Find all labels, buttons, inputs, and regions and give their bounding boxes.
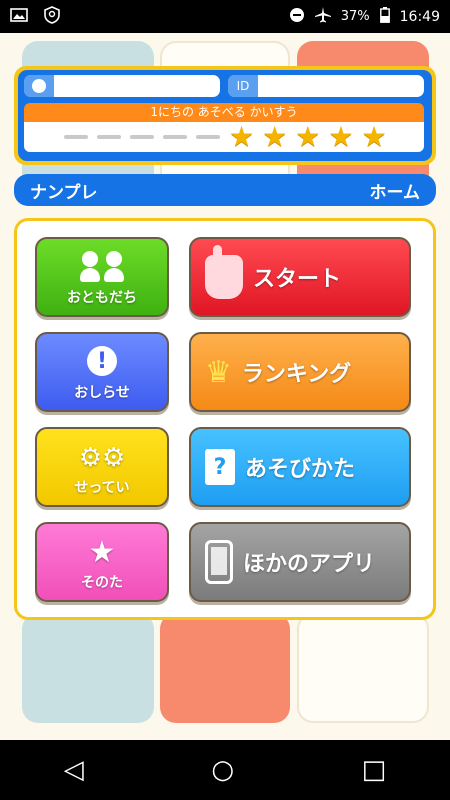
star-icon: ★ (295, 120, 321, 153)
star-icon: ★ (361, 120, 387, 153)
pointing-hand-icon (205, 245, 243, 299)
airplane-icon (314, 6, 331, 27)
friends-label: おともだち (67, 290, 137, 306)
background-panel (22, 613, 154, 723)
star-icon: ★ (262, 120, 288, 153)
profile-panel: ID 1にちの あそべる かいすう ★ ★ ★ ★ ★ (14, 66, 436, 165)
clock: 16:49 (399, 8, 440, 25)
settings-button[interactable]: ⚙⚙ せってい (35, 427, 169, 507)
player-name-field[interactable] (24, 75, 220, 97)
app-title: ナンプレ (30, 182, 98, 203)
notices-button[interactable]: ! おしらせ (35, 332, 169, 412)
screen-title: ホーム (369, 182, 421, 203)
title-bar: ナンプレ ホーム (14, 174, 436, 206)
friends-icon (80, 251, 124, 283)
question-icon: ? (205, 449, 235, 485)
image-icon (10, 7, 28, 26)
empty-slot (64, 135, 88, 139)
user-icon (24, 75, 54, 97)
start-label: スタート (253, 267, 342, 292)
home-icon[interactable]: ○ (211, 755, 234, 785)
how-to-play-label: あそびかた (245, 457, 356, 482)
ranking-button[interactable]: ♛ ランキング (189, 332, 411, 412)
shield-icon (44, 5, 60, 28)
other-apps-button[interactable]: ほかのアプリ (189, 522, 411, 602)
others-button[interactable]: ★ そのた (35, 522, 169, 602)
daily-plays-meter: ★ ★ ★ ★ ★ (24, 122, 424, 152)
background-panel (160, 613, 290, 723)
how-to-play-button[interactable]: ? あそびかた (189, 427, 411, 507)
empty-slot (130, 135, 154, 139)
friends-button[interactable]: おともだち (35, 237, 169, 317)
player-id-field[interactable]: ID (228, 75, 424, 97)
ranking-label: ランキング (241, 362, 352, 387)
others-label: そのた (81, 575, 123, 591)
settings-label: せってい (74, 480, 130, 496)
battery-percent: 37% (340, 9, 370, 24)
star-icon: ★ (328, 120, 354, 153)
do-not-disturb-icon (289, 7, 305, 27)
recents-icon[interactable]: □ (362, 755, 387, 785)
status-bar: 37% 16:49 (0, 0, 450, 33)
background-panel (297, 613, 429, 723)
gear-icon: ⚙⚙ (78, 443, 126, 473)
empty-slot (196, 135, 220, 139)
empty-slot (163, 135, 187, 139)
star-icon: ★ (229, 120, 255, 153)
id-tag: ID (228, 75, 258, 97)
crown-icon: ♛ (205, 354, 232, 390)
other-apps-label: ほかのアプリ (243, 552, 376, 577)
back-icon[interactable]: ◁ (64, 755, 84, 785)
empty-slot (97, 135, 121, 139)
phone-icon (205, 540, 233, 584)
battery-icon (379, 6, 390, 27)
notices-label: おしらせ (74, 385, 130, 401)
exclamation-icon: ! (87, 346, 117, 376)
app-screen: ID 1にちの あそべる かいすう ★ ★ ★ ★ ★ ナンプレ ホーム おとも… (0, 33, 450, 740)
start-button[interactable]: スタート (189, 237, 411, 317)
navigation-bar: ◁ ○ □ (0, 740, 450, 800)
main-menu: おともだち ! おしらせ ⚙⚙ せってい ★ そのた スタート ♛ ランキング … (14, 218, 436, 620)
star-icon: ★ (88, 535, 116, 570)
